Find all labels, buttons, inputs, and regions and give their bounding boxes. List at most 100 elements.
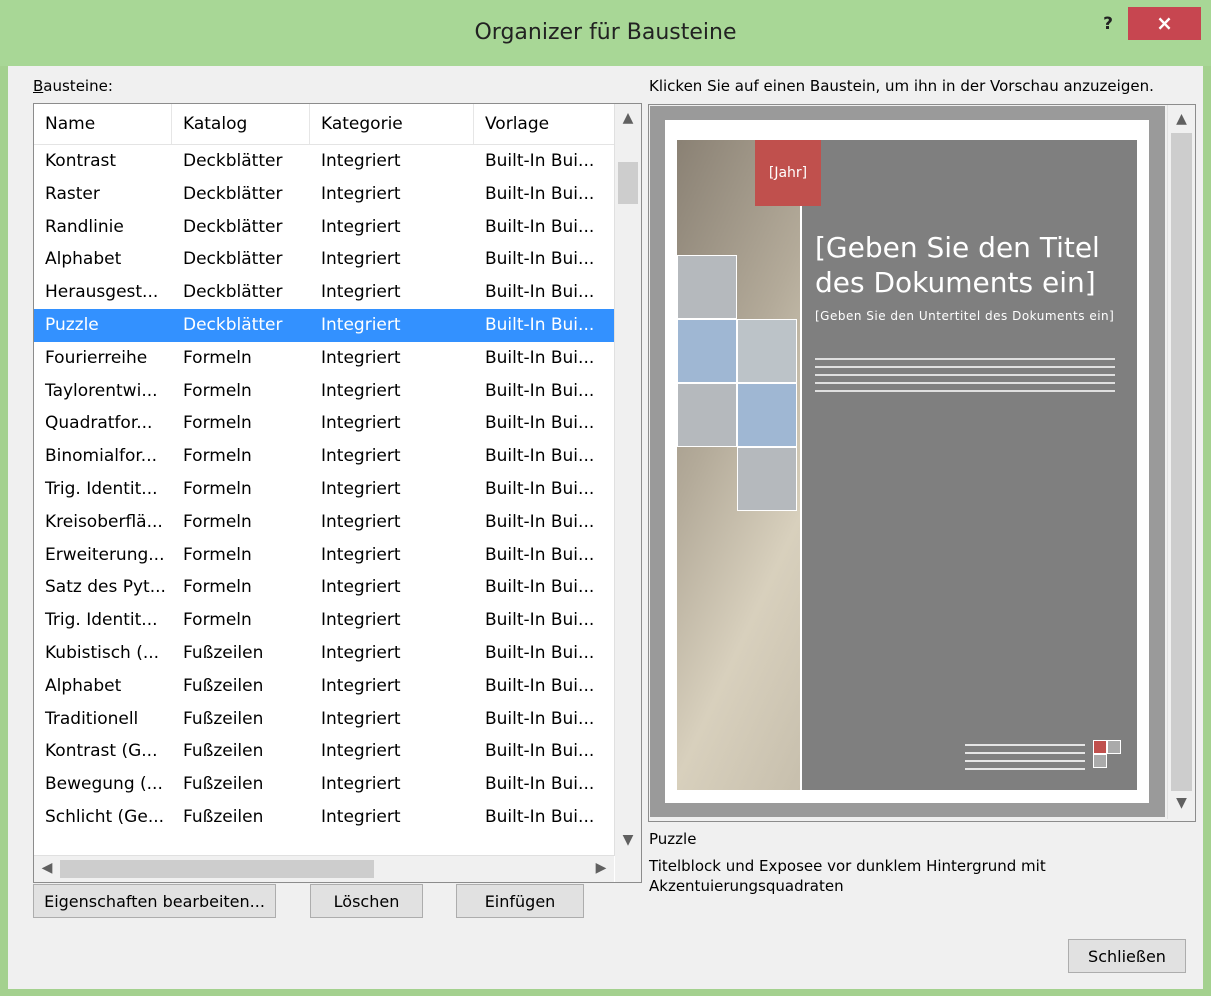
table-cell: Integriert (321, 249, 401, 270)
table-cell: Formeln (183, 347, 252, 368)
table-cell: Kontrast (G... (45, 741, 158, 762)
table-cell: Randlinie (45, 216, 124, 237)
table-row[interactable]: Trig. Identit... Formeln Integriert Built-I… (34, 604, 614, 637)
table-cell: Built-In Bui... (485, 675, 595, 696)
table-cell: Integriert (321, 544, 401, 565)
table-cell: Kacheln (34, 834, 172, 841)
preview-scroll-up-icon[interactable]: ▲ (1168, 111, 1195, 127)
table-row[interactable]: Taylorentwi... Formeln Integriert Built-In … (34, 375, 614, 408)
table-cell: Fußzeilen (183, 774, 264, 795)
table-cell: Kontrast (45, 151, 117, 171)
table-cell: Kreisoberflä... (45, 511, 163, 532)
table-cell: Erweiterung... (45, 544, 165, 565)
abstract-placeholder (815, 358, 1115, 398)
table-row[interactable]: Herausgest... Deckblätter Integriert Built-… (34, 276, 614, 309)
table-cell: Deckblätter (183, 249, 283, 270)
table-cell: Quadratfor... (45, 413, 153, 434)
column-header-kategorie[interactable]: Kategorie (310, 104, 474, 144)
list-header: Name Katalog Kategorie Vorlage (34, 104, 614, 145)
table-row[interactable]: Puzzle Deckblätter Integriert Built-In Bui.… (34, 308, 614, 342)
close-window-button[interactable]: × (1128, 7, 1201, 40)
accent-square (737, 319, 797, 383)
help-button[interactable]: ? (1093, 12, 1123, 40)
table-cell: Built-In Bui... (485, 151, 595, 171)
table-cell: Integriert (321, 511, 401, 532)
scroll-up-icon[interactable]: ▲ (615, 110, 641, 126)
close-button[interactable]: Schließen (1068, 939, 1186, 973)
table-row[interactable]: Traditionell Fußzeilen Integriert Built-In … (34, 703, 614, 736)
scroll-down-icon[interactable]: ▼ (615, 832, 641, 848)
table-cell: Built-In Bui... (485, 216, 595, 237)
preview-scroll-down-icon[interactable]: ▼ (1168, 795, 1195, 811)
table-cell: Built-In Bui... (474, 834, 614, 841)
insert-button[interactable]: Einfügen (456, 884, 584, 918)
scroll-right-icon[interactable]: ▶ (588, 860, 614, 876)
accent-square (677, 255, 737, 319)
table-row[interactable]: Erweiterung... Formeln Integriert Built-In … (34, 539, 614, 572)
table-cell: Formeln (183, 478, 252, 499)
table-row[interactable]: Bewegung (... Fußzeilen Integriert Built-In… (34, 768, 614, 801)
table-cell: Built-In Bui... (485, 347, 595, 368)
table-cell: Deckblätter (183, 183, 283, 204)
list-label: Bausteine: (33, 77, 113, 95)
table-row[interactable]: Quadratfor... Formeln Integriert Built-In B… (34, 407, 614, 440)
table-row[interactable]: Kreisoberflä... Formeln Integriert Built-In… (34, 506, 614, 539)
accent-square (737, 447, 797, 511)
list-horizontal-scroll-thumb[interactable] (60, 860, 374, 878)
selected-block-description: Titelblock und Exposee vor dunklem Hinte… (649, 857, 1046, 895)
footer-accent-square (1093, 754, 1107, 768)
table-cell: Trig. Identit... (45, 610, 158, 631)
table-cell: Built-In Bui... (485, 544, 595, 565)
table-cell: Fußzeilen (183, 642, 264, 663)
preview-scroll-thumb[interactable] (1171, 133, 1192, 791)
building-blocks-list[interactable]: Name Katalog Kategorie Vorlage Kontrast D… (33, 103, 642, 883)
table-row[interactable]: Schlicht (Ge... Fußzeilen Integriert Built-… (34, 801, 614, 834)
column-header-name[interactable]: Name (34, 104, 172, 144)
table-row[interactable]: Fourierreihe Formeln Integriert Built-In Bu… (34, 342, 614, 375)
table-cell: Integriert (321, 478, 401, 499)
table-cell: Bewegung (... (45, 774, 163, 795)
document-title-placeholder: [Geben Sie den Titel des Dokuments ein] (815, 231, 1100, 299)
table-row[interactable]: Kubistisch (... Fußzeilen Integriert Built-… (34, 637, 614, 670)
table-row[interactable]: Binomialfor... Formeln Integriert Built-In … (34, 440, 614, 473)
table-cell: Schlicht (Ge... (45, 806, 165, 827)
table-row[interactable]: Satz des Pyt... Formeln Integriert Built-In… (34, 571, 614, 604)
preview-hint: Klicken Sie auf einen Baustein, um ihn i… (649, 77, 1154, 95)
table-cell: Puzzle (45, 314, 99, 335)
window-title: Organizer für Bausteine (474, 20, 737, 45)
table-row[interactable]: Alphabet Fußzeilen Integriert Built-In Bui.… (34, 670, 614, 703)
table-row[interactable]: Trig. Identit... Formeln Integriert Built-I… (34, 473, 614, 506)
table-cell: Raster (45, 183, 100, 204)
table-cell: Integriert (321, 610, 401, 631)
table-row[interactable]: Kontrast (G... Fußzeilen Integriert Built-I… (34, 735, 614, 768)
table-cell: Alphabet (45, 249, 122, 270)
table-row[interactable]: KachelnFußzeilenIntegriertBuilt-In Bui..… (34, 834, 614, 841)
list-vertical-scrollbar[interactable]: ▲ ▼ (614, 104, 641, 856)
table-cell: Formeln (183, 446, 252, 467)
table-cell: Integriert (321, 446, 401, 467)
preview-vertical-scrollbar[interactable]: ▲ ▼ (1167, 105, 1195, 819)
table-cell: Built-In Bui... (485, 774, 595, 795)
table-cell: Built-In Bui... (485, 708, 595, 729)
table-row[interactable]: Kontrast Deckblätter Integriert Built-In Bu… (34, 145, 614, 178)
table-row[interactable]: Randlinie Deckblätter Integriert Built-In B… (34, 211, 614, 244)
dialog-client-area: Bausteine: Name Katalog Kategorie Vorlag… (8, 66, 1203, 989)
table-cell: Built-In Bui... (485, 413, 595, 434)
column-header-vorlage[interactable]: Vorlage (474, 104, 614, 144)
list-vertical-scroll-thumb[interactable] (618, 162, 638, 204)
list-label-rest: austeine: (43, 77, 113, 95)
scroll-left-icon[interactable]: ◀ (34, 860, 60, 876)
year-placeholder: [Jahr] (755, 140, 821, 206)
table-cell: Formeln (183, 577, 252, 598)
preview-pane: [Jahr] [Geben Sie den Titel des Dokument… (648, 104, 1196, 822)
list-horizontal-scrollbar[interactable]: ◀ ▶ (34, 855, 614, 882)
table-cell: Herausgest... (45, 282, 159, 303)
delete-button[interactable]: Löschen (310, 884, 423, 918)
table-cell: Traditionell (45, 708, 139, 729)
table-cell: Built-In Bui... (485, 446, 595, 467)
table-cell: Built-In Bui... (485, 511, 595, 532)
column-header-katalog[interactable]: Katalog (172, 104, 310, 144)
edit-properties-button[interactable]: Eigenschaften bearbeiten... (33, 884, 276, 918)
table-row[interactable]: Raster Deckblätter Integriert Built-In Bui.… (34, 178, 614, 211)
table-row[interactable]: Alphabet Deckblätter Integriert Built-In Bu… (34, 243, 614, 276)
